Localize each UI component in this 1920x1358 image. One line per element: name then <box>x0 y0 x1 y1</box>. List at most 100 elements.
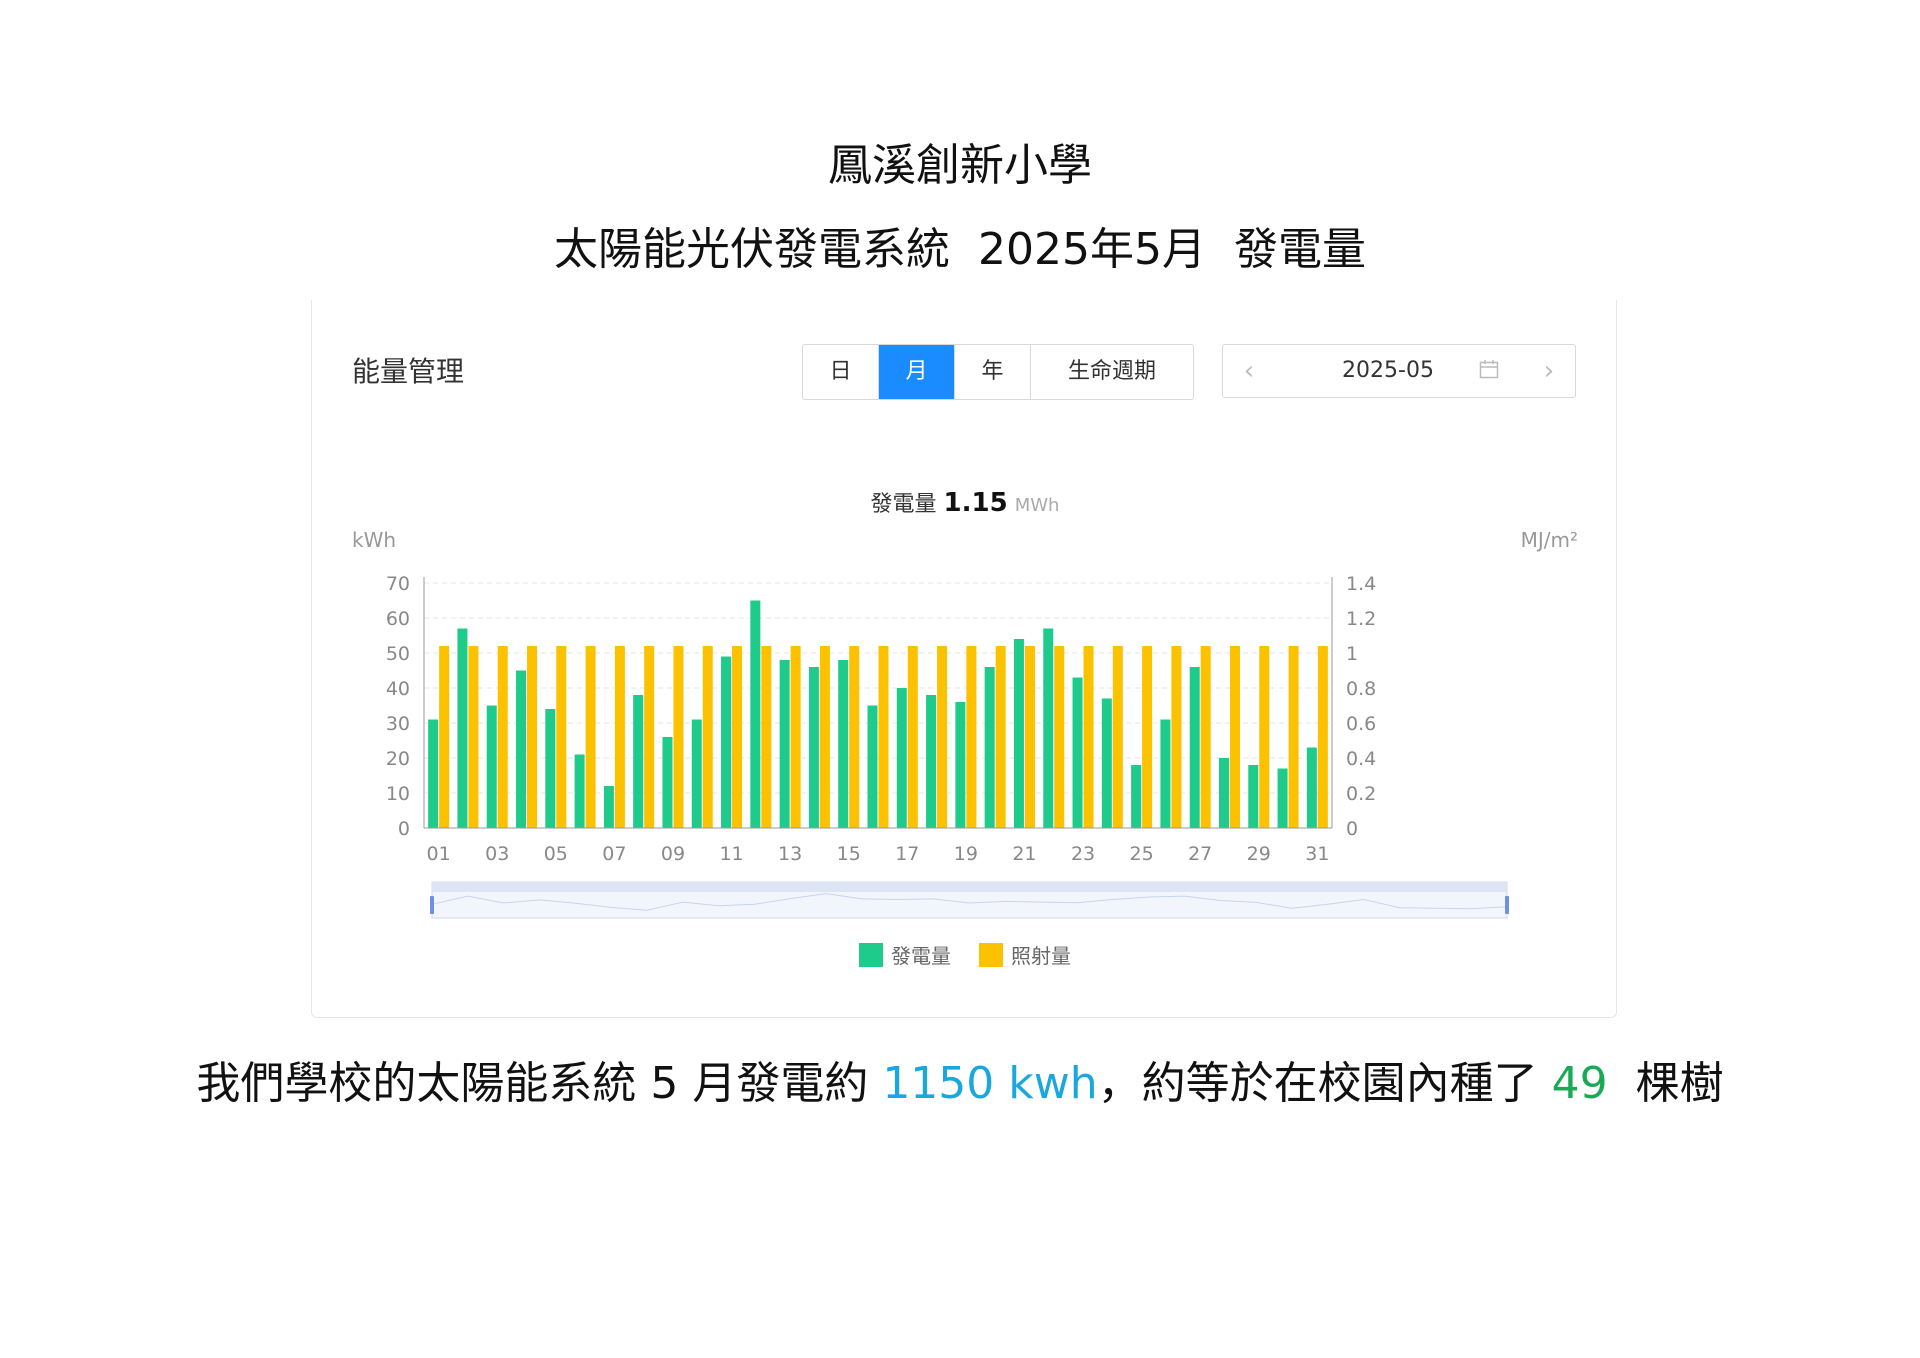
bar-irradiance <box>790 646 801 828</box>
x-tick-label: 19 <box>954 843 978 865</box>
x-tick-label: 29 <box>1247 843 1271 865</box>
x-tick-label: 07 <box>602 843 626 865</box>
y-left-tick-label: 60 <box>386 608 410 630</box>
y-right-tick-label: 0.6 <box>1346 713 1376 735</box>
footer-note: 我們學校的太陽能系統 5 月發電約 1150 kwh，約等於在校園內種了 49 … <box>0 1054 1920 1114</box>
legend-swatch-generation <box>859 942 883 967</box>
slider-handle-left <box>430 896 434 914</box>
bar-irradiance <box>1229 646 1240 828</box>
x-tick-label: 27 <box>1188 843 1212 865</box>
bar-irradiance <box>878 646 889 828</box>
bar-irradiance <box>1288 646 1299 828</box>
bar-generation <box>867 705 878 828</box>
bar-generation <box>574 754 585 828</box>
page-subtitle: 太陽能光伏發電系統 2025年5月 發電量 <box>554 224 1366 275</box>
legend-item-generation[interactable]: 發電量 <box>859 940 951 969</box>
bar-irradiance <box>1200 646 1211 828</box>
y-right-tick-label: 0.2 <box>1346 783 1376 805</box>
y-left-tick-label: 40 <box>386 678 410 700</box>
bar-generation <box>1189 667 1200 828</box>
bar-irradiance <box>995 646 1006 828</box>
x-tick-label: 23 <box>1071 843 1095 865</box>
bar-generation <box>984 667 995 828</box>
y-right-tick-label: 0.4 <box>1346 748 1376 770</box>
bar-generation <box>1131 765 1142 828</box>
bar-generation <box>721 656 732 828</box>
bar-generation <box>750 600 761 828</box>
bar-irradiance <box>937 646 948 828</box>
x-tick-label: 01 <box>427 843 451 865</box>
x-tick-label: 05 <box>544 843 568 865</box>
y-left-tick-label: 50 <box>386 643 410 665</box>
bar-generation <box>955 702 966 828</box>
footer-text-c: 棵樹 <box>1607 1058 1724 1109</box>
legend-label-irradiance: 照射量 <box>1011 944 1071 968</box>
y-right-tick-label: 1.2 <box>1346 608 1376 630</box>
bar-irradiance <box>1054 646 1065 828</box>
y-right-axis-unit: MJ/m² <box>1521 528 1578 552</box>
y-left-axis-unit: kWh <box>352 528 396 552</box>
data-zoom-slider[interactable] <box>430 881 1509 919</box>
bar-generation <box>603 786 614 828</box>
bar-generation <box>486 705 497 828</box>
y-left-tick-label: 10 <box>386 783 410 805</box>
page-title: 鳳溪創新小學 <box>828 140 1092 191</box>
bar-irradiance <box>556 646 567 828</box>
bar-generation <box>545 709 556 828</box>
bar-irradiance <box>907 646 918 828</box>
chart-legend: 發電量 照射量 <box>312 940 1618 969</box>
bar-irradiance <box>1259 646 1270 828</box>
x-tick-label: 09 <box>661 843 685 865</box>
bar-generation <box>1218 758 1229 828</box>
bar-generation <box>1248 765 1259 828</box>
bar-generation <box>428 719 439 828</box>
bar-irradiance <box>732 646 743 828</box>
x-tick-label: 25 <box>1130 843 1154 865</box>
energy-panel: 能量管理 日 月 年 生命週期 ‹ 2025-05 › 發電量 1.15 MWh… <box>311 300 1617 1018</box>
bar-irradiance <box>439 646 450 828</box>
bar-irradiance <box>1024 646 1035 828</box>
bar-generation <box>926 695 937 828</box>
bar-generation <box>1043 628 1054 828</box>
bar-generation <box>1101 698 1112 828</box>
legend-item-irradiance[interactable]: 照射量 <box>979 940 1071 969</box>
bar-generation <box>516 670 527 828</box>
bar-generation <box>838 660 849 828</box>
x-tick-label: 17 <box>895 843 919 865</box>
bar-generation <box>1277 768 1288 828</box>
bar-generation <box>896 688 907 828</box>
bar-irradiance <box>1317 646 1328 828</box>
x-tick-label: 03 <box>485 843 509 865</box>
x-tick-label: 31 <box>1305 843 1329 865</box>
bar-generation <box>1160 719 1171 828</box>
bar-irradiance <box>1142 646 1153 828</box>
bar-irradiance <box>468 646 479 828</box>
legend-label-generation: 發電量 <box>891 944 951 968</box>
footer-text-b: ，約等於在校園內種了 <box>1097 1058 1552 1109</box>
bar-generation <box>779 660 790 828</box>
y-right-tick-label: 1.4 <box>1346 573 1376 595</box>
x-tick-label: 13 <box>778 843 802 865</box>
y-right-tick-label: 0 <box>1346 818 1358 840</box>
y-left-tick-label: 70 <box>386 573 410 595</box>
bar-irradiance <box>614 646 625 828</box>
bar-generation <box>662 737 673 828</box>
footer-tree-count: 49 <box>1551 1058 1608 1109</box>
bar-generation <box>633 695 644 828</box>
bar-irradiance <box>702 646 713 828</box>
footer-energy-value: 1150 kwh <box>882 1058 1098 1109</box>
bar-irradiance <box>1083 646 1094 828</box>
bar-irradiance <box>644 646 655 828</box>
bar-generation <box>457 628 468 828</box>
y-right-tick-label: 0.8 <box>1346 678 1376 700</box>
y-left-tick-label: 30 <box>386 713 410 735</box>
y-right-tick-label: 1 <box>1346 643 1358 665</box>
x-tick-label: 15 <box>837 843 861 865</box>
y-left-tick-label: 20 <box>386 748 410 770</box>
generation-chart: 01020304050607000.20.40.60.811.21.4kWh MJ… <box>352 528 1578 919</box>
bar-irradiance <box>819 646 830 828</box>
bar-generation <box>1306 747 1317 828</box>
bar-generation <box>1072 677 1083 828</box>
bar-irradiance <box>1171 646 1182 828</box>
bar-irradiance <box>585 646 596 828</box>
